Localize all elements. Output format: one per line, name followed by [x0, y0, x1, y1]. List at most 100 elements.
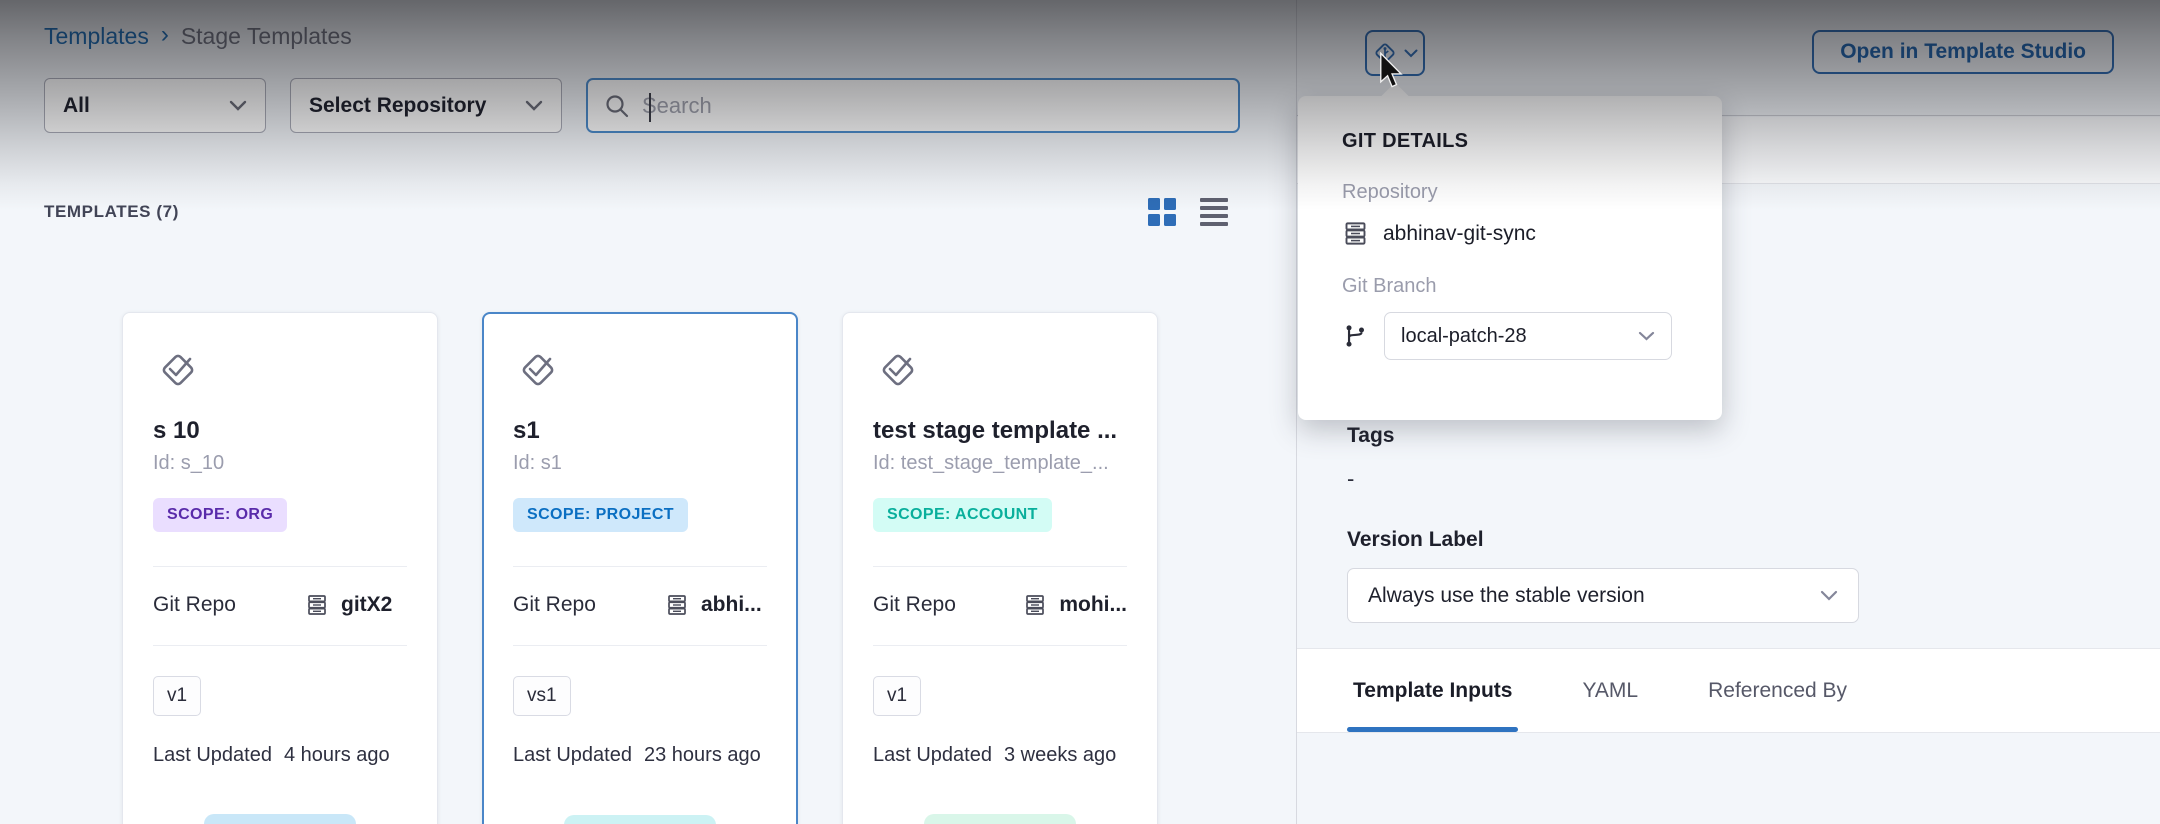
stable-version-pill: [204, 814, 356, 824]
stable-version-pill: [564, 815, 716, 824]
text-caret: [649, 93, 651, 122]
version-label-heading: Version Label: [1347, 528, 1859, 552]
last-updated-value: 23 hours ago: [644, 744, 761, 767]
git-repo-value: abhi...: [701, 593, 762, 617]
tab-label: Template Inputs: [1353, 679, 1512, 703]
tab-yaml[interactable]: YAML: [1576, 649, 1644, 732]
last-updated-label: Last Updated: [153, 744, 272, 767]
tags-value: -: [1347, 466, 1859, 492]
git-repo-value: mohi...: [1059, 593, 1127, 617]
stage-template-icon: [153, 343, 201, 391]
divider: [153, 566, 407, 567]
chevron-down-icon: [1820, 590, 1838, 601]
popover-title: GIT DETAILS: [1342, 130, 1678, 153]
templates-list-panel: Templates › Stage Templates All Select R…: [0, 0, 1296, 824]
search-icon: [604, 93, 630, 119]
open-in-template-studio-button[interactable]: Open in Template Studio: [1812, 30, 2114, 74]
git-details-popover: GIT DETAILS Repository abhinav-git-sync …: [1298, 96, 1722, 420]
template-card[interactable]: s 10 Id: s_10 SCOPE: ORG Git Repo gitX2 …: [122, 312, 438, 824]
details-meta: Tags - Version Label Always use the stab…: [1347, 424, 1859, 623]
mouse-cursor: [1377, 52, 1409, 90]
stage-template-icon: [873, 343, 921, 391]
tab-template-inputs[interactable]: Template Inputs: [1347, 649, 1518, 732]
repository-icon: [665, 593, 689, 617]
search-input[interactable]: [642, 93, 1222, 119]
repository-icon: [1023, 593, 1047, 617]
stable-version-pill: [924, 814, 1076, 824]
scope-badge: SCOPE: ACCOUNT: [873, 498, 1052, 532]
repository-icon: [305, 593, 329, 617]
templates-count-label: TEMPLATES (7): [44, 202, 179, 222]
branch-dropdown[interactable]: local-patch-28: [1384, 312, 1672, 360]
last-updated-value: 4 hours ago: [284, 744, 390, 767]
view-toggles: [1148, 198, 1228, 226]
last-updated-label: Last Updated: [513, 744, 632, 767]
version-label-dropdown[interactable]: Always use the stable version: [1347, 568, 1859, 623]
git-repo-label: Git Repo: [153, 593, 305, 617]
details-tab-bar: Template Inputs YAML Referenced By: [1297, 648, 2160, 733]
chevron-down-icon: [229, 100, 247, 111]
last-updated-row: Last Updated 23 hours ago: [513, 744, 767, 767]
chevron-down-icon: [525, 100, 543, 111]
template-id: Id: s_10: [153, 452, 407, 475]
repository-row: abhinav-git-sync: [1342, 220, 1678, 247]
stage-templates-page: Templates › Stage Templates All Select R…: [0, 0, 2160, 824]
chevron-down-icon: [1638, 331, 1655, 341]
breadcrumb: Templates › Stage Templates: [44, 22, 352, 50]
breadcrumb-current: Stage Templates: [181, 23, 352, 50]
template-card[interactable]: test stage template ... Id: test_stage_t…: [842, 312, 1158, 824]
last-updated-value: 3 weeks ago: [1004, 744, 1116, 767]
git-repo-row: Git Repo gitX2: [153, 593, 407, 617]
list-view-icon[interactable]: [1200, 198, 1228, 226]
last-updated-row: Last Updated 4 hours ago: [153, 744, 407, 767]
git-repo-row: Git Repo abhi...: [513, 593, 767, 617]
repository-value: abhinav-git-sync: [1383, 222, 1536, 246]
git-branch-label: Git Branch: [1342, 275, 1678, 298]
template-title: test stage template ...: [873, 417, 1127, 445]
stage-template-icon: [513, 343, 561, 391]
divider: [153, 645, 407, 646]
git-repo-label: Git Repo: [873, 593, 1023, 617]
tab-label: Referenced By: [1708, 679, 1847, 703]
tab-label: YAML: [1582, 679, 1638, 703]
repository-filter-dropdown[interactable]: Select Repository: [290, 78, 562, 133]
divider: [513, 645, 767, 646]
git-branch-icon: [1342, 323, 1368, 349]
template-title: s1: [513, 417, 767, 445]
version-chip: v1: [873, 676, 921, 716]
last-updated-row: Last Updated 3 weeks ago: [873, 744, 1127, 767]
search-field[interactable]: [586, 78, 1240, 133]
version-chip: vs1: [513, 676, 571, 716]
filters-row: All Select Repository: [0, 78, 1296, 133]
divider: [513, 566, 767, 567]
grid-view-icon[interactable]: [1148, 198, 1176, 226]
template-id: Id: test_stage_template_...: [873, 452, 1127, 475]
scope-filter-dropdown[interactable]: All: [44, 78, 266, 133]
version-chip: v1: [153, 676, 201, 716]
git-repo-label: Git Repo: [513, 593, 665, 617]
template-id: Id: s1: [513, 452, 767, 475]
active-tab-underline: [1347, 727, 1518, 732]
breadcrumb-chevron-icon: ›: [161, 21, 169, 49]
template-cards: s 10 Id: s_10 SCOPE: ORG Git Repo gitX2 …: [122, 312, 1158, 824]
version-dropdown-value: Always use the stable version: [1368, 584, 1820, 608]
git-branch-row: local-patch-28: [1342, 312, 1678, 360]
template-title: s 10: [153, 417, 407, 445]
repository-filter-value: Select Repository: [309, 94, 525, 118]
git-repo-value: gitX2: [341, 593, 392, 617]
branch-value: local-patch-28: [1401, 325, 1638, 348]
breadcrumb-templates-link[interactable]: Templates: [44, 23, 149, 50]
scope-badge: SCOPE: ORG: [153, 498, 287, 532]
git-repo-row: Git Repo mohi...: [873, 593, 1127, 617]
repository-label: Repository: [1342, 181, 1678, 204]
repository-icon: [1342, 220, 1369, 247]
scope-badge: SCOPE: PROJECT: [513, 498, 688, 532]
divider: [873, 645, 1127, 646]
tags-label: Tags: [1347, 424, 1859, 448]
scope-filter-value: All: [63, 94, 229, 118]
template-card-selected[interactable]: s1 Id: s1 SCOPE: PROJECT Git Repo abhi..…: [482, 312, 798, 824]
tab-content-area: [1297, 734, 2160, 824]
last-updated-label: Last Updated: [873, 744, 992, 767]
tab-referenced-by[interactable]: Referenced By: [1702, 649, 1853, 732]
divider: [873, 566, 1127, 567]
